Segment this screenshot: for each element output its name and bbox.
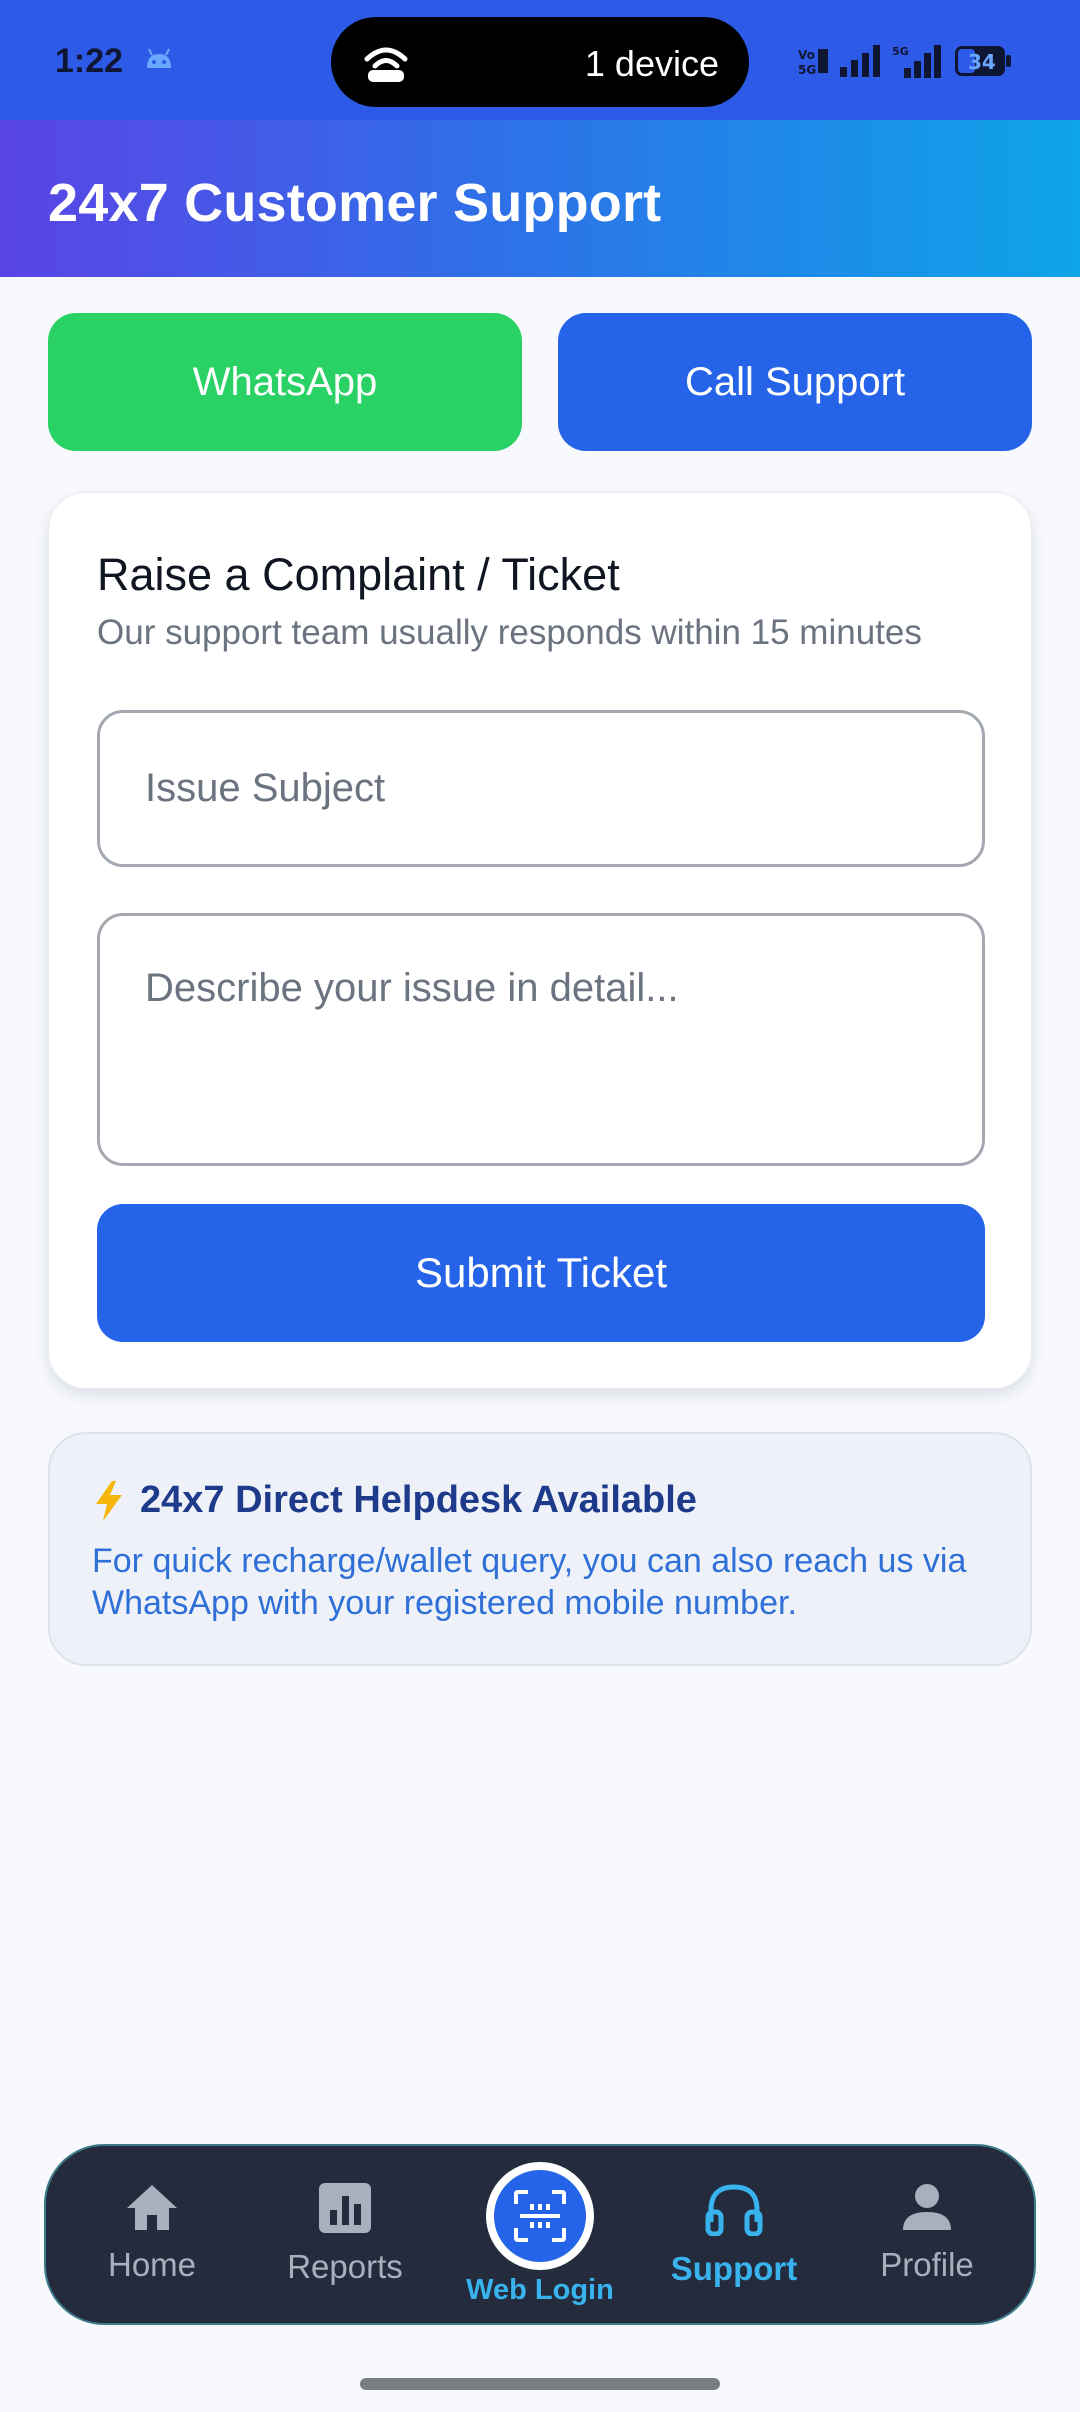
profile-icon: [903, 2184, 951, 2230]
nav-label-profile: Profile: [880, 2246, 974, 2283]
issue-description-input[interactable]: [97, 913, 985, 1166]
volte-icon: Vo 5G: [798, 48, 828, 76]
ticket-form-card: Raise a Complaint / Ticket Our support t…: [48, 492, 1032, 1389]
hotspot-device-count: 1 device: [584, 43, 719, 84]
home-icon: [127, 2185, 177, 2230]
headphones-icon: [705, 2184, 763, 2236]
status-time: 1:22: [55, 42, 124, 80]
signal-icon: [840, 45, 880, 77]
lightning-bolt-icon: [96, 1480, 122, 1521]
nav-label-reports: Reports: [287, 2248, 403, 2285]
nav-label-web-login: Web Login: [466, 2274, 614, 2306]
android-icon: [147, 48, 171, 68]
bottom-nav: Home Reports Web Login Support Profile: [44, 2144, 1036, 2325]
web-login-button-inner: [494, 2170, 586, 2262]
call-support-button[interactable]: Call Support: [558, 313, 1032, 451]
page-title: 24x7 Customer Support: [48, 173, 662, 233]
svg-text:5G: 5G: [892, 45, 909, 58]
5g-signal-icon: 5G: [892, 45, 941, 78]
issue-subject-input[interactable]: [97, 710, 985, 867]
svg-text:34: 34: [968, 50, 996, 74]
battery-icon: 34: [955, 46, 1011, 76]
reports-icon: [319, 2183, 371, 2233]
ticket-form-title: Raise a Complaint / Ticket: [97, 549, 620, 600]
nav-item-profile[interactable]: Profile: [847, 2182, 1007, 2302]
hotspot-indicator[interactable]: 1 device: [331, 17, 749, 107]
helpdesk-title: 24x7 Direct Helpdesk Available: [92, 1479, 697, 1522]
svg-text:Vo: Vo: [798, 48, 815, 62]
nav-item-reports[interactable]: Reports: [265, 2182, 425, 2302]
nav-label-support: Support: [670, 2250, 798, 2287]
app-header: 24x7 Customer Support: [0, 120, 1080, 277]
whatsapp-button[interactable]: WhatsApp: [48, 313, 522, 451]
nav-item-support[interactable]: Support: [654, 2182, 814, 2302]
home-indicator[interactable]: [360, 2378, 720, 2390]
system-icons: Vo 5G 5G 34: [798, 44, 1012, 78]
hotspot-icon: [364, 47, 408, 82]
ticket-form-subtitle: Our support team usually responds within…: [97, 613, 922, 652]
helpdesk-title-text: 24x7 Direct Helpdesk Available: [140, 1479, 697, 1521]
submit-ticket-button[interactable]: Submit Ticket: [97, 1204, 985, 1342]
nav-item-home[interactable]: Home: [72, 2182, 232, 2302]
helpdesk-info-box: 24x7 Direct Helpdesk Available For quick…: [48, 1432, 1032, 1666]
helpdesk-body: For quick recharge/wallet query, you can…: [92, 1542, 967, 1622]
status-bar: 1:22 1 device Vo 5G 5G 34: [0, 0, 1080, 120]
web-login-button[interactable]: [486, 2162, 594, 2270]
qr-scan-icon: [514, 2190, 566, 2242]
svg-text:5G: 5G: [798, 63, 816, 76]
nav-label-home: Home: [107, 2246, 197, 2283]
